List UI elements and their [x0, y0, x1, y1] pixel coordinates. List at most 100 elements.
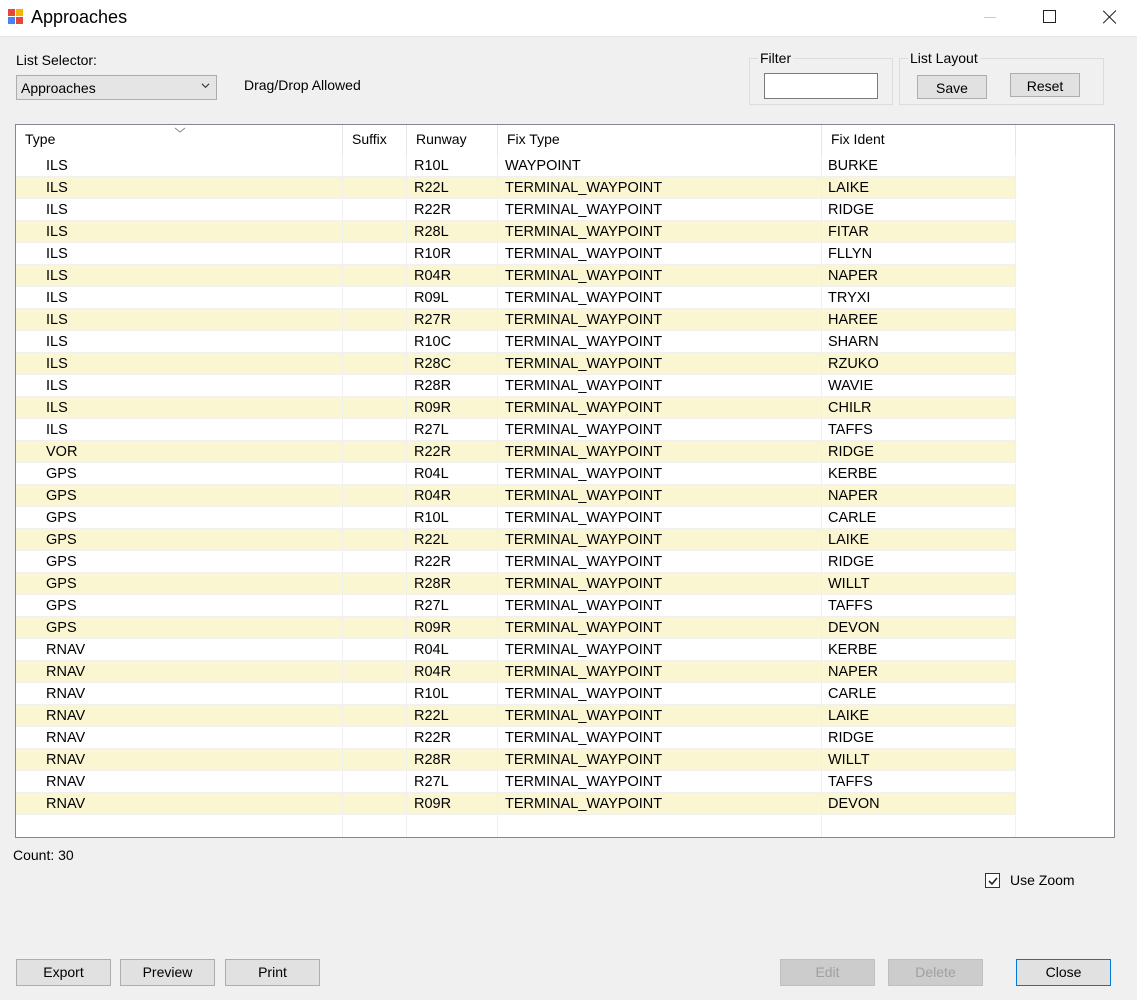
minimize-button[interactable]: [962, 0, 1018, 36]
table-cell: CARLE: [828, 510, 877, 526]
table-row[interactable]: ILS R27R TERMINAL_WAYPOINT HAREE: [16, 309, 1016, 331]
table-cell: ILS: [46, 400, 68, 416]
table-cell: WILLT: [828, 752, 870, 768]
table-row[interactable]: RNAV R09R TERMINAL_WAYPOINT DEVON: [16, 793, 1016, 815]
table-cell: ILS: [46, 268, 68, 284]
table-row[interactable]: ILS R09R TERMINAL_WAYPOINT CHILR: [16, 397, 1016, 419]
table-row[interactable]: GPS R27L TERMINAL_WAYPOINT TAFFS: [16, 595, 1016, 617]
print-button[interactable]: Print: [225, 959, 320, 986]
table-row[interactable]: RNAV R04L TERMINAL_WAYPOINT KERBE: [16, 639, 1016, 661]
window-title: Approaches: [31, 7, 128, 27]
table-cell: GPS: [46, 598, 77, 614]
reset-layout-button[interactable]: Reset: [1010, 73, 1080, 97]
table-cell: [349, 221, 404, 243]
preview-button[interactable]: Preview: [120, 959, 215, 986]
table-row[interactable]: ILS R04R TERMINAL_WAYPOINT NAPER: [16, 265, 1016, 287]
column-header-fix-ident[interactable]: Fix Ident: [822, 125, 1016, 155]
table-row[interactable]: GPS R22L TERMINAL_WAYPOINT LAIKE: [16, 529, 1016, 551]
maximize-button[interactable]: [1022, 0, 1078, 36]
column-header-runway[interactable]: Runway: [407, 125, 498, 155]
table-row[interactable]: ILS R28L TERMINAL_WAYPOINT FITAR: [16, 221, 1016, 243]
table-cell: R04L: [414, 466, 449, 482]
table-cell: R22R: [414, 730, 452, 746]
close-button[interactable]: Close: [1016, 959, 1111, 986]
table-cell: R28R: [414, 576, 452, 592]
table-row[interactable]: GPS R22R TERMINAL_WAYPOINT RIDGE: [16, 551, 1016, 573]
table-row[interactable]: RNAV R04R TERMINAL_WAYPOINT NAPER: [16, 661, 1016, 683]
table-row[interactable]: ILS R22L TERMINAL_WAYPOINT LAIKE: [16, 177, 1016, 199]
table-cell: SHARN: [828, 334, 879, 350]
table-cell: [349, 265, 404, 287]
column-header-fix-type[interactable]: Fix Type: [498, 125, 822, 155]
table-cell: RNAV: [46, 664, 86, 680]
table-cell: RIDGE: [828, 730, 874, 746]
table-row[interactable]: ILS R10L WAYPOINT BURKE: [16, 155, 1016, 177]
table-row[interactable]: ILS R22R TERMINAL_WAYPOINT RIDGE: [16, 199, 1016, 221]
drag-drop-note: Drag/Drop Allowed: [244, 77, 361, 93]
list-selector-dropdown[interactable]: Approaches: [16, 75, 217, 100]
table-cell: TERMINAL_WAYPOINT: [505, 356, 663, 372]
app-icon: [8, 9, 24, 25]
table-cell: [349, 551, 404, 573]
table-cell: [349, 639, 404, 661]
table-cell: GPS: [46, 620, 77, 636]
table-row[interactable]: ILS R10R TERMINAL_WAYPOINT FLLYN: [16, 243, 1016, 265]
table-cell: TAFFS: [828, 422, 873, 438]
table-row[interactable]: ILS R27L TERMINAL_WAYPOINT TAFFS: [16, 419, 1016, 441]
table-cell: R28R: [414, 752, 452, 768]
table-cell: TAFFS: [828, 774, 873, 790]
table-row[interactable]: GPS R04R TERMINAL_WAYPOINT NAPER: [16, 485, 1016, 507]
table-cell: LAIKE: [828, 180, 870, 196]
list-selector-label: List Selector:: [16, 52, 97, 68]
table-row[interactable]: GPS R04L TERMINAL_WAYPOINT KERBE: [16, 463, 1016, 485]
table-row[interactable]: RNAV R22R TERMINAL_WAYPOINT RIDGE: [16, 727, 1016, 749]
table-row[interactable]: GPS R09R TERMINAL_WAYPOINT DEVON: [16, 617, 1016, 639]
export-button[interactable]: Export: [16, 959, 111, 986]
table-cell: [349, 441, 404, 463]
approaches-grid[interactable]: Type Suffix Runway Fix Type Fix Ident IL…: [15, 124, 1115, 838]
table-row[interactable]: ILS R28R TERMINAL_WAYPOINT WAVIE: [16, 375, 1016, 397]
table-row[interactable]: RNAV R22L TERMINAL_WAYPOINT LAIKE: [16, 705, 1016, 727]
table-cell: CARLE: [828, 686, 877, 702]
table-row[interactable]: GPS R10L TERMINAL_WAYPOINT CARLE: [16, 507, 1016, 529]
table-cell: R04L: [414, 642, 449, 658]
table-row[interactable]: RNAV R27L TERMINAL_WAYPOINT TAFFS: [16, 771, 1016, 793]
table-cell: TERMINAL_WAYPOINT: [505, 488, 663, 504]
table-cell: R09R: [414, 400, 452, 416]
table-cell: [349, 771, 404, 793]
table-cell: R22L: [414, 708, 449, 724]
table-cell: WAYPOINT: [505, 158, 581, 174]
table-row[interactable]: RNAV R28R TERMINAL_WAYPOINT WILLT: [16, 749, 1016, 771]
table-cell: TERMINAL_WAYPOINT: [505, 400, 663, 416]
table-row[interactable]: ILS R10C TERMINAL_WAYPOINT SHARN: [16, 331, 1016, 353]
table-cell: TERMINAL_WAYPOINT: [505, 510, 663, 526]
filter-input[interactable]: [764, 73, 878, 99]
table-row[interactable]: VOR R22R TERMINAL_WAYPOINT RIDGE: [16, 441, 1016, 463]
delete-button[interactable]: Delete: [888, 959, 983, 986]
table-cell: TERMINAL_WAYPOINT: [505, 642, 663, 658]
table-cell: GPS: [46, 554, 77, 570]
column-header-suffix[interactable]: Suffix: [343, 125, 407, 155]
close-window-button[interactable]: [1082, 0, 1137, 36]
table-cell: [349, 287, 404, 309]
edit-button[interactable]: Edit: [780, 959, 875, 986]
table-row[interactable]: ILS R09L TERMINAL_WAYPOINT TRYXI: [16, 287, 1016, 309]
table-cell: R10C: [414, 334, 452, 350]
table-row[interactable]: GPS R28R TERMINAL_WAYPOINT WILLT: [16, 573, 1016, 595]
table-cell: TERMINAL_WAYPOINT: [505, 444, 663, 460]
table-row[interactable]: ILS R28C TERMINAL_WAYPOINT RZUKO: [16, 353, 1016, 375]
title-bar: Approaches: [0, 0, 1137, 37]
save-layout-button[interactable]: Save: [917, 75, 987, 99]
table-cell: TERMINAL_WAYPOINT: [505, 246, 663, 262]
table-cell: [349, 573, 404, 595]
table-cell: FLLYN: [828, 246, 873, 262]
table-cell: [349, 595, 404, 617]
table-cell: NAPER: [828, 664, 878, 680]
table-cell: ILS: [46, 224, 68, 240]
table-cell: NAPER: [828, 268, 878, 284]
table-cell: R27L: [414, 422, 449, 438]
use-zoom-checkbox[interactable]: [985, 873, 1000, 888]
table-cell: RZUKO: [828, 356, 879, 372]
sort-chevron-icon: [174, 127, 186, 133]
table-row[interactable]: RNAV R10L TERMINAL_WAYPOINT CARLE: [16, 683, 1016, 705]
